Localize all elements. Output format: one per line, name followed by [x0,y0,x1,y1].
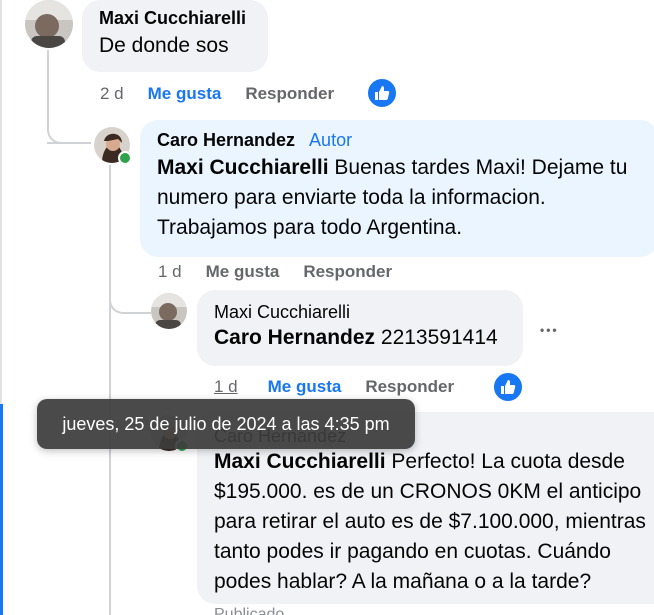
avatar[interactable] [25,0,73,48]
author-badge: Autor [309,130,353,150]
reply-button[interactable]: Responder [303,262,392,282]
like-button[interactable]: Me gusta [268,377,342,397]
comment-bubble: Caro Hernandez Autor Maxi Cucchiarelli Bu… [140,120,654,257]
comment-footer: Publicado [214,606,285,615]
like-reaction-badge[interactable] [366,77,398,109]
mention-link[interactable]: Caro Hernandez [214,326,375,349]
comment-text: De donde sos [99,34,229,57]
comment-thread: Maxi Cucchiarelli De donde sos 2 d Me gu… [0,0,654,615]
comment-body: 2213591414 [380,326,498,349]
comment-author[interactable]: Maxi Cucchiarelli [214,302,506,323]
thumbs-up-icon [375,86,390,100]
comment-bubble: Maxi Cucchiarelli De donde sos [82,0,268,72]
reply-button[interactable]: Responder [365,377,454,397]
comment-text: Maxi Cucchiarelli Buenas tardes Maxi! De… [157,153,641,243]
comment-text: Caro Hernandez 2213591414 [214,323,506,353]
comment-actions: 2 d Me gusta Responder [100,84,334,104]
comment-text: Maxi Cucchiarelli Perfecto! La cuota des… [214,447,654,597]
thread-curve [47,110,91,144]
comment-actions: 1 d Me gusta Responder [158,262,392,282]
thread-curve [109,280,151,314]
thread-line [109,165,111,615]
thumbs-up-icon [501,380,516,394]
timestamp-tooltip: jueves, 25 de julio de 2024 a las 4:35 p… [37,399,415,449]
mention-link[interactable]: Maxi Cucchiarelli [214,450,386,473]
like-reaction-badge[interactable] [492,371,524,403]
comment-author[interactable]: Caro Hernandez [157,130,295,150]
avatar[interactable] [151,293,187,329]
reply-button[interactable]: Responder [245,84,334,104]
online-status-indicator [118,151,132,165]
comment-header: Caro Hernandez Autor [157,130,641,151]
comment-author[interactable]: Maxi Cucchiarelli [99,8,251,29]
comment-time[interactable]: 1 d [158,262,182,282]
like-button[interactable]: Me gusta [206,262,280,282]
mention-link[interactable]: Maxi Cucchiarelli [157,156,329,179]
more-options-icon[interactable]: ••• [540,324,559,336]
like-button[interactable]: Me gusta [148,84,222,104]
comment-time[interactable]: 1 d [214,377,238,397]
comment-actions: 1 d Me gusta Responder [214,377,454,397]
comment-time[interactable]: 2 d [100,84,124,104]
comment-bubble: Maxi Cucchiarelli Caro Hernandez 2213591… [197,290,523,366]
focus-indicator [0,404,3,615]
